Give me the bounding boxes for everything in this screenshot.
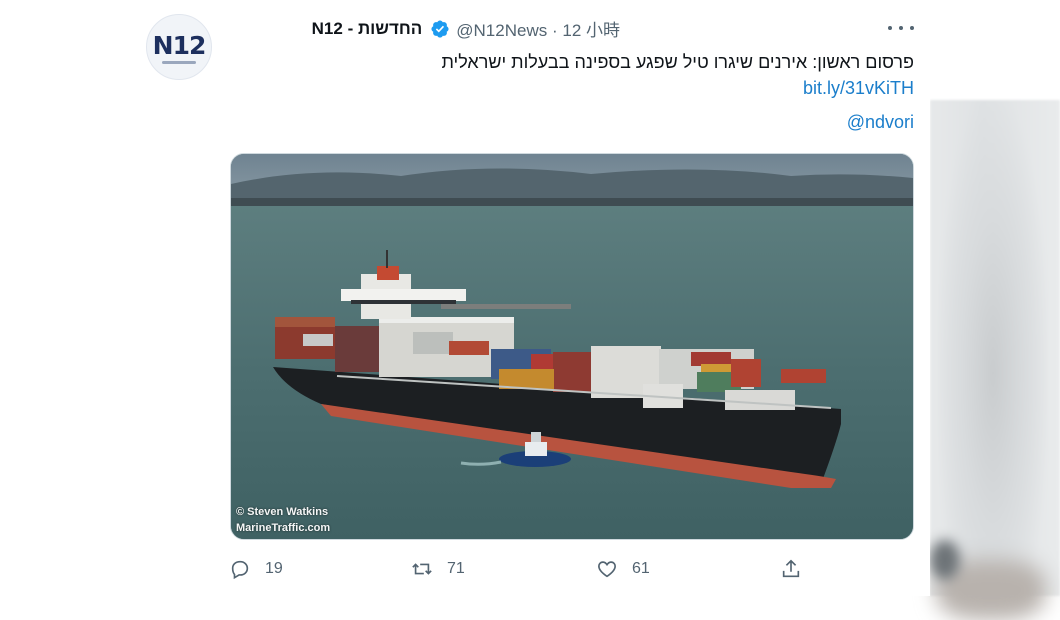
more-icon[interactable] [888, 18, 914, 38]
avatar-logo-underline [162, 60, 196, 64]
watermark-photographer: © Steven Watkins [236, 506, 329, 518]
separator: · [551, 21, 558, 40]
tweet-header: N12 - החדשות @N12News · 12 小時 [312, 16, 620, 41]
avatar-logo: N12 [152, 30, 207, 60]
reply-button[interactable]: 19 [229, 555, 283, 583]
retweet-button[interactable]: 71 [411, 555, 465, 583]
watermark-site: MarineTraffic.com [236, 522, 331, 534]
share-icon [782, 559, 800, 578]
timestamp[interactable]: 12 小時 [562, 21, 620, 40]
heart-icon [598, 561, 616, 578]
tweet-link[interactable]: bit.ly/31vKiTH [803, 78, 914, 99]
handle[interactable]: @N12News [456, 21, 547, 40]
background-left [0, 120, 132, 596]
reply-count: 19 [265, 560, 283, 577]
tweet-text: פרסום ראשון: אירנים שיגרו טיל שפגע בספינ… [441, 52, 914, 72]
ship-photo [231, 154, 913, 539]
verified-badge-icon [431, 19, 449, 38]
like-count: 61 [632, 560, 650, 577]
share-button[interactable] [780, 555, 816, 583]
like-button[interactable]: 61 [596, 555, 650, 583]
tweet-mention[interactable]: @ndvori [847, 112, 914, 133]
tweet-actions: 19 71 61 [0, 555, 1060, 585]
background-right-blurred [930, 100, 1060, 620]
tweet-image-container-ship[interactable] [230, 153, 914, 540]
retweet-count: 71 [447, 560, 465, 577]
reply-icon [231, 560, 249, 580]
avatar[interactable]: N12 [146, 14, 212, 80]
retweet-icon [412, 563, 432, 575]
display-name[interactable]: N12 - החדשות [312, 19, 423, 39]
